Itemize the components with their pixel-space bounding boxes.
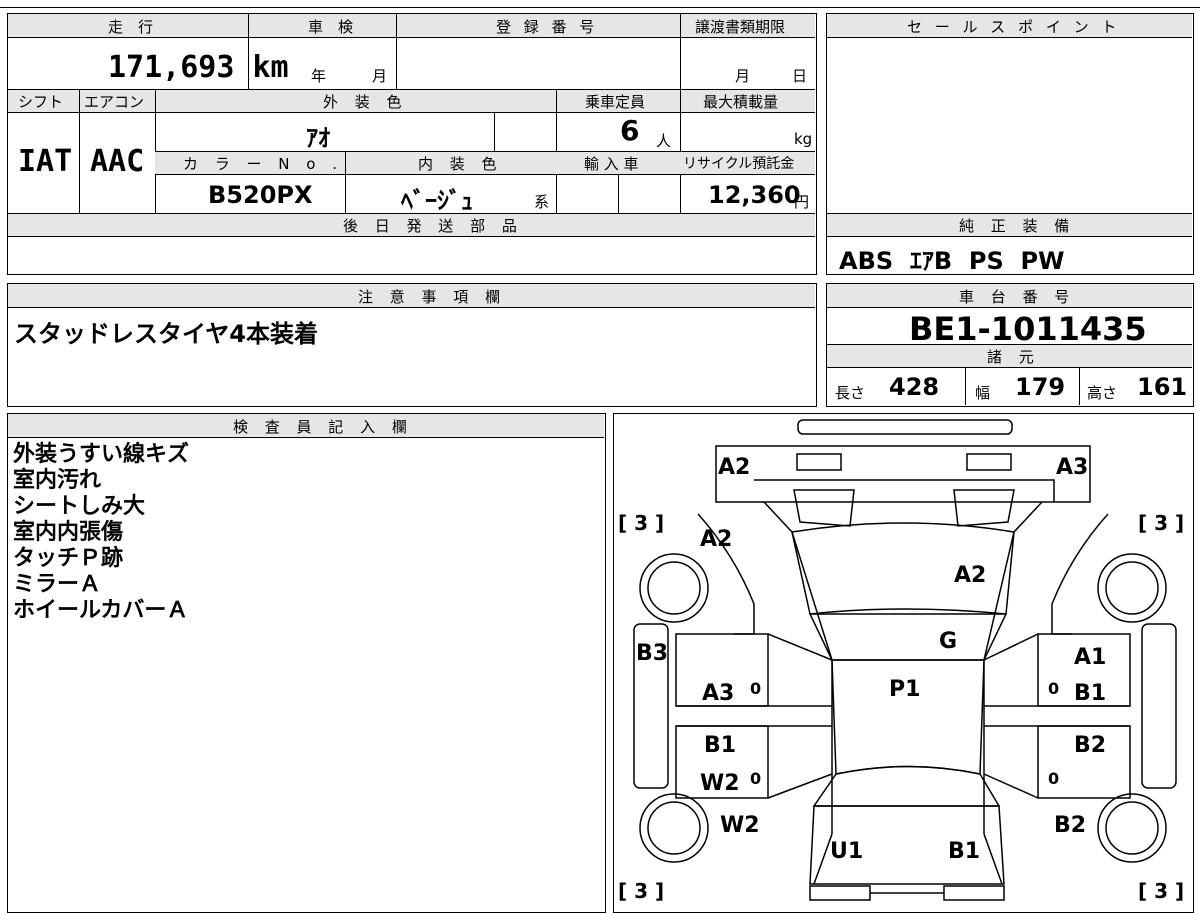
- divider: [965, 368, 966, 405]
- divider: [680, 14, 681, 89]
- damage-left-side: B3: [636, 641, 668, 666]
- chassis-title: 車 台 番 号: [959, 288, 1076, 306]
- mileage-number: 171,693: [108, 50, 235, 85]
- damage-rear-door-left-2: W2: [700, 771, 740, 796]
- sales-point-box: セ ー ル ス ポ イ ン ト 純 正 装 備 ABS ｴｱB PS PW: [826, 13, 1194, 275]
- shift-value: IAT: [18, 144, 73, 179]
- top-strip: [0, 0, 1200, 8]
- max-load-header: 最大積載量: [703, 93, 779, 111]
- divider: [494, 113, 495, 151]
- damage-diagram-box: A2 A3 A2 A2 G P1 B3 A3 A1 B1 B1 W2 B2 W2…: [613, 413, 1194, 913]
- tread-rear-right: [ 3 ]: [1138, 879, 1184, 903]
- exterior-color-value: ｱｵ: [306, 124, 330, 152]
- registration-header: 登 録 番 号: [496, 18, 599, 36]
- length-value: 428: [889, 373, 940, 401]
- remark-item: タッチＰ跡: [13, 546, 124, 571]
- genuine-equipment-title: 純 正 装 備: [959, 217, 1076, 235]
- color-no-header: カ ラ ー N o .: [183, 155, 344, 173]
- damage-rear-fender-left: W2: [720, 813, 760, 838]
- remark-item: 室内内張傷: [13, 520, 124, 545]
- damage-hood: A2: [954, 563, 986, 588]
- zero-mark: 0: [1048, 769, 1059, 788]
- color-no-value: B520PX: [208, 181, 313, 209]
- divider: [1079, 368, 1080, 405]
- notes-title: 注 意 事 項 欄: [358, 288, 507, 306]
- divider: [618, 175, 619, 213]
- mileage-value: 171,693 km: [108, 50, 289, 85]
- recycle-unit: 円: [794, 193, 810, 211]
- tread-front-right: [ 3 ]: [1138, 511, 1184, 535]
- notes-box: 注 意 事 項 欄 スタッドレスタイヤ4本装着: [7, 283, 817, 407]
- divider: [79, 89, 80, 213]
- import-header: 輸 入 車: [584, 155, 639, 173]
- shaken-year: 年: [311, 67, 327, 85]
- width-value: 179: [1015, 373, 1066, 401]
- height-value: 161: [1137, 373, 1188, 401]
- interior-suffix: 系: [534, 193, 550, 211]
- damage-front-door-left: A3: [702, 681, 734, 706]
- damage-front-door-right-1: A1: [1074, 645, 1106, 670]
- interior-color-value: ﾍﾞｰｼﾞｭ: [401, 187, 473, 215]
- interior-color-header: 内 装 色: [418, 155, 503, 173]
- divider: [396, 14, 397, 89]
- transfer-day: 日: [792, 67, 808, 85]
- shaken-month: 月: [372, 67, 388, 85]
- damage-front-right: A3: [1056, 455, 1088, 480]
- damage-front-left: A2: [718, 455, 750, 480]
- chassis-box: 車 台 番 号 BE1-1011435 諸 元 長さ 428 幅 179 高さ …: [826, 283, 1194, 407]
- zero-mark: 0: [750, 769, 761, 788]
- remark-item: ミラーＡ: [13, 572, 102, 597]
- car-damage-diagram: A2 A3 A2 A2 G P1 B3 A3 A1 B1 B1 W2 B2 W2…: [618, 419, 1184, 903]
- aircon-header: エアコン: [84, 93, 145, 111]
- specs-title: 諸 元: [987, 348, 1040, 366]
- zero-mark: 0: [750, 679, 761, 698]
- inspector-title: 検 査 員 記 入 欄: [233, 418, 413, 436]
- sales-point-title: セ ー ル ス ポ イ ン ト: [907, 18, 1121, 36]
- zero-mark: 0: [1048, 679, 1059, 698]
- recycle-value: 12,360: [708, 181, 801, 209]
- tread-front-left: [ 3 ]: [618, 511, 664, 535]
- transfer-month: 月: [735, 67, 751, 85]
- mileage-header: 走 行: [108, 18, 154, 36]
- transfer-deadline-header: 譲渡書類期限: [695, 18, 786, 36]
- tread-rear-left: [ 3 ]: [618, 879, 664, 903]
- damage-fender-left: A2: [700, 527, 732, 552]
- damage-rear-door-right: B2: [1074, 733, 1106, 758]
- inspector-box: 検 査 員 記 入 欄 外装うすい線キズ 室内汚れ シートしみ大 室内内張傷 タ…: [7, 413, 606, 913]
- damage-rear-fender-right: B2: [1054, 813, 1086, 838]
- remark-item: 室内汚れ: [13, 468, 102, 493]
- notes-value: スタッドレスタイヤ4本装着: [14, 320, 318, 348]
- damage-front-door-right-2: B1: [1074, 681, 1106, 706]
- damage-rear-left: U1: [830, 839, 863, 864]
- exterior-color-header: 外 装 色: [323, 93, 408, 111]
- remark-item: ホイールカバーＡ: [13, 598, 189, 623]
- later-parts-title: 後 日 発 送 部 品: [343, 217, 523, 235]
- max-load-unit: kg: [794, 130, 813, 148]
- mileage-unit: km: [252, 50, 289, 85]
- damage-roof: P1: [889, 677, 920, 702]
- chassis-no-value: BE1-1011435: [909, 310, 1147, 348]
- length-label: 長さ: [835, 384, 866, 402]
- height-label: 高さ: [1087, 384, 1118, 402]
- damage-rear-right: B1: [948, 839, 980, 864]
- capacity-value: 6: [620, 114, 640, 147]
- aircon-value: AAC: [90, 144, 145, 179]
- recycle-header: リサイクル預託金: [683, 156, 795, 172]
- remark-item: シートしみ大: [13, 494, 146, 519]
- damage-cowl: G: [939, 629, 957, 654]
- vehicle-info-table: 走 行 車 検 登 録 番 号 譲渡書類期限 171,693 km 年 月 月 …: [7, 13, 817, 275]
- capacity-header: 乗車定員: [585, 93, 646, 111]
- genuine-equipment-value: ABS ｴｱB PS PW: [839, 247, 1065, 275]
- remark-item: 外装うすい線キズ: [13, 442, 190, 467]
- width-label: 幅: [975, 384, 991, 402]
- capacity-unit: 人: [656, 132, 672, 150]
- divider: [345, 151, 346, 213]
- shaken-header: 車 検: [308, 18, 354, 36]
- damage-rear-door-left-1: B1: [704, 733, 736, 758]
- shift-header: シフト: [18, 93, 64, 111]
- inspector-remarks-list: 外装うすい線キズ 室内汚れ シートしみ大 室内内張傷 タッチＰ跡 ミラーＡ ホイ…: [13, 442, 189, 624]
